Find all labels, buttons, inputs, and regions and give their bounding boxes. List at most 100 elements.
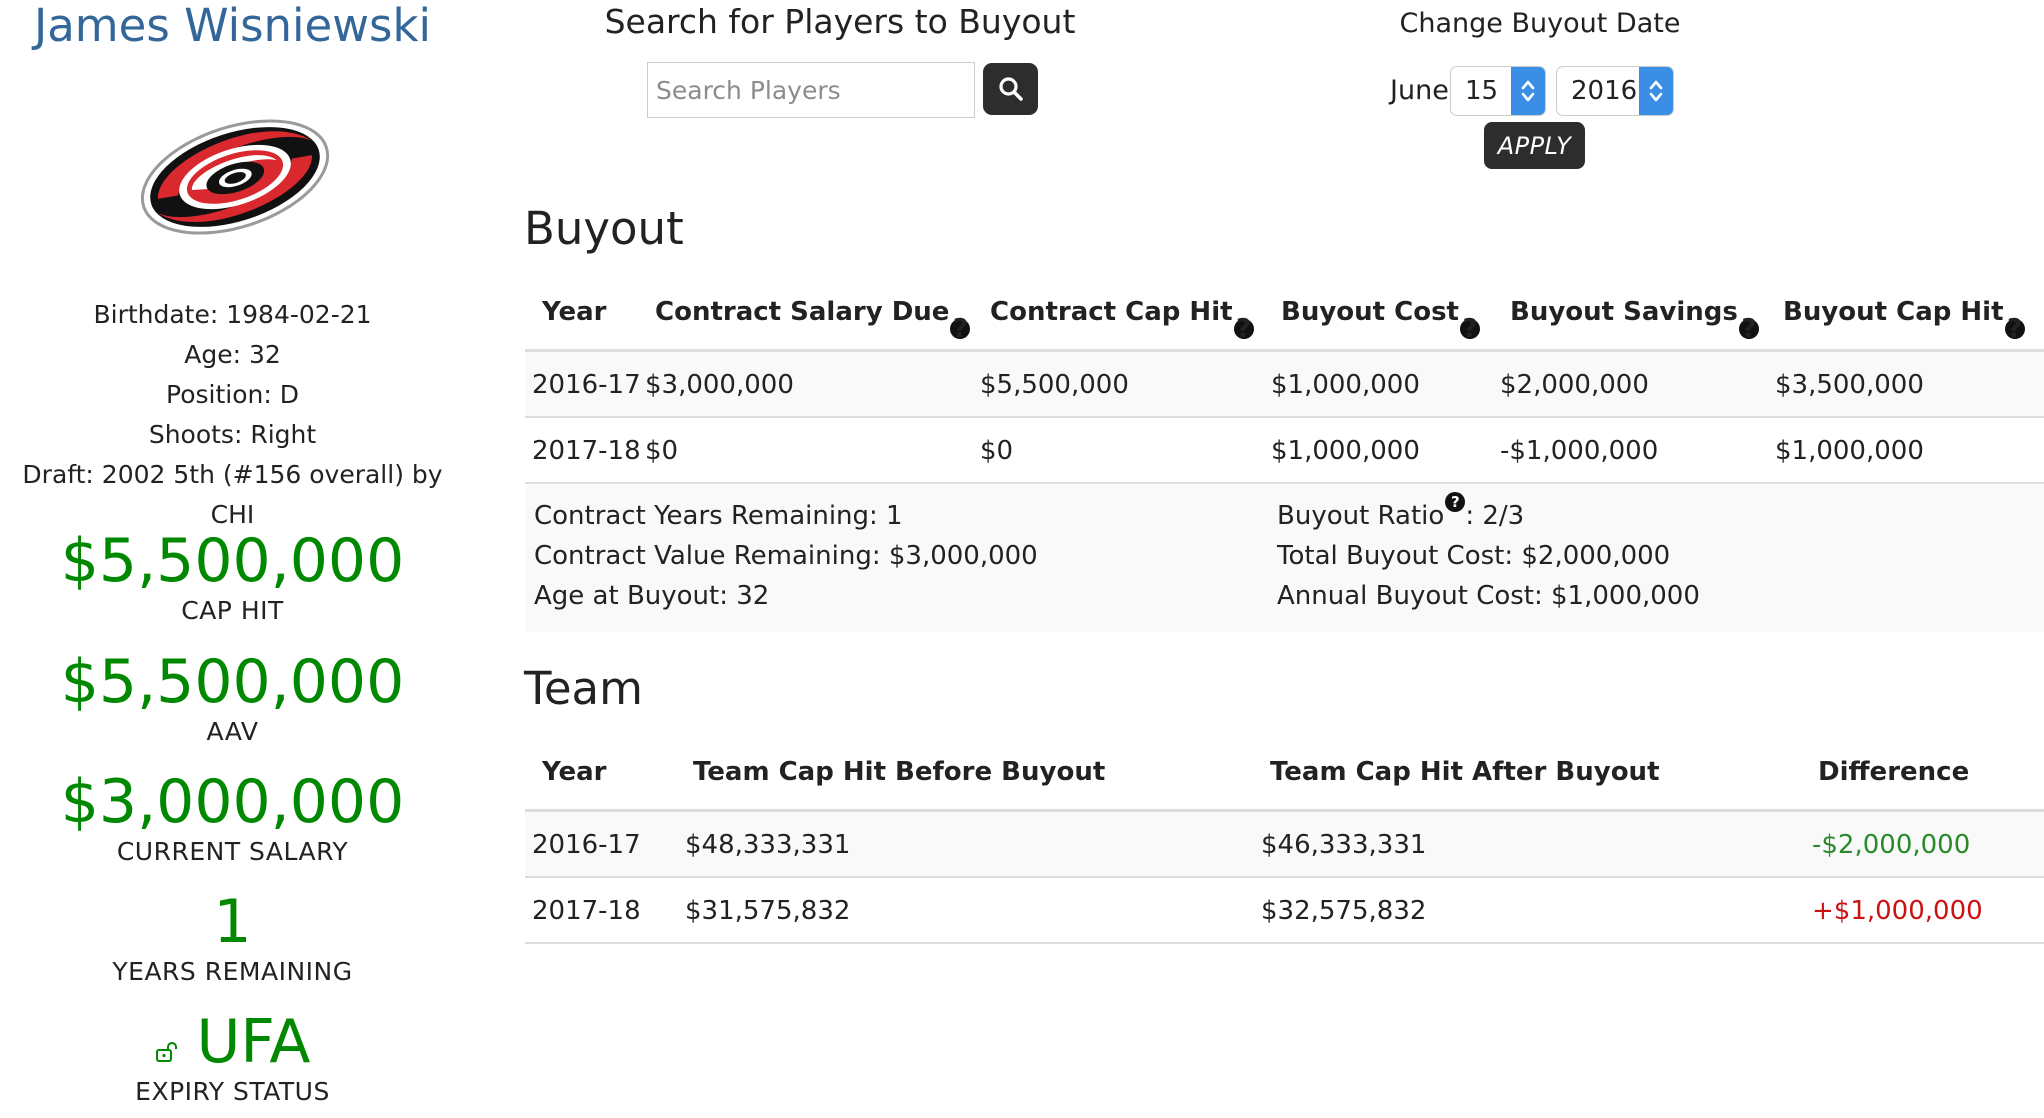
expiry-label: EXPIRY STATUS <box>135 1077 330 1106</box>
help-icon[interactable]: ? <box>1738 316 1759 342</box>
cell-year: 2017-18 <box>532 896 641 926</box>
buyout-ratio-label: Buyout Ratio <box>1277 501 1445 531</box>
buyout-summary: Contract Years Remaining: 1 Contract Val… <box>525 485 2044 632</box>
cell-cap-before: $48,333,331 <box>685 830 851 860</box>
cell-buyout-cap-hit: $3,500,000 <box>1775 370 1924 400</box>
position-text: Position: D <box>166 380 299 409</box>
header-label: Contract Cap Hit <box>990 297 1233 327</box>
cell-cap-before: $31,575,832 <box>685 896 851 926</box>
cell-buyout-cap-hit: $1,000,000 <box>1775 436 1924 466</box>
col-header-salary-due: Contract Salary Due? <box>655 297 971 342</box>
buyout-section-title: Buyout <box>524 202 684 255</box>
col-header-buyout-cost: Buyout Cost? <box>1281 297 1480 342</box>
col-header-buyout-savings: Buyout Savings? <box>1510 297 1759 342</box>
help-icon[interactable]: ? <box>950 316 971 342</box>
age-text: Age: 32 <box>184 340 281 369</box>
cell-year: 2016-17 <box>532 830 641 860</box>
annual-buyout-cost: Annual Buyout Cost: $1,000,000 <box>1277 581 1700 611</box>
col-header-year: Year <box>542 297 606 327</box>
summary-left-column: Contract Years Remaining: 1 Contract Val… <box>534 496 1038 616</box>
expiry-value: UFA <box>196 1007 311 1077</box>
unlock-icon <box>155 1041 177 1062</box>
day-select-value: 15 <box>1465 76 1499 106</box>
hurricanes-logo-icon <box>140 119 330 235</box>
cell-cap-after: $32,575,832 <box>1261 896 1427 926</box>
birthdate-text: Birthdate: 1984-02-21 <box>93 300 372 329</box>
search-button[interactable] <box>983 63 1038 115</box>
help-icon[interactable]: ? <box>1459 316 1480 342</box>
month-label: June <box>1390 75 1449 106</box>
col-header-buyout-cap-hit: Buyout Cap Hit? <box>1783 297 2025 342</box>
year-select[interactable]: 2016 <box>1556 66 1674 116</box>
aav-stat: $5,500,000 AAV <box>0 648 465 748</box>
cell-cap-hit: $5,500,000 <box>980 370 1129 400</box>
buyout-ratio-value: : 2/3 <box>1465 501 1525 531</box>
cell-difference: +$1,000,000 <box>1812 896 1983 926</box>
cell-cap-after: $46,333,331 <box>1261 830 1427 860</box>
contract-value-remaining: Contract Value Remaining: $3,000,000 <box>534 541 1038 571</box>
updown-arrows-icon <box>1511 67 1545 115</box>
col-header-difference: Difference <box>1818 757 1970 787</box>
buyout-table: Year Contract Salary Due? Contract Cap H… <box>525 275 2044 484</box>
cell-buyout-savings: -$1,000,000 <box>1500 436 1659 466</box>
updown-arrows-icon <box>1639 67 1673 115</box>
search-input[interactable] <box>647 62 975 118</box>
years-remaining-value: 1 <box>213 887 252 957</box>
year-select-value: 2016 <box>1571 76 1638 106</box>
day-select[interactable]: 15 <box>1450 66 1546 116</box>
help-icon[interactable]: ? <box>2004 316 2025 342</box>
cell-cap-hit: $0 <box>980 436 1014 466</box>
cell-salary-due: $0 <box>645 436 679 466</box>
current-salary-value: $3,000,000 <box>60 767 405 837</box>
table-header-row: Year Team Cap Hit Before Buyout Team Cap… <box>525 735 2044 812</box>
buyout-ratio: Buyout Ratio?: 2/3 <box>1277 492 1700 536</box>
cell-buyout-cost: $1,000,000 <box>1271 370 1420 400</box>
search-title: Search for Players to Buyout <box>604 2 1076 41</box>
cap-hit-label: CAP HIT <box>181 596 284 625</box>
contract-years-remaining: Contract Years Remaining: 1 <box>534 501 903 531</box>
header-label: Buyout Cost <box>1281 297 1459 327</box>
cell-year: 2016-17 <box>532 370 641 400</box>
years-remaining-stat: 1 YEARS REMAINING <box>0 888 465 988</box>
help-icon[interactable]: ? <box>1445 492 1466 512</box>
table-header-row: Year Contract Salary Due? Contract Cap H… <box>525 275 2044 352</box>
apply-button[interactable]: APPLY <box>1484 122 1585 169</box>
aav-label: AAV <box>206 717 259 746</box>
header-label: Year <box>542 297 607 327</box>
table-row: 2016-17 $48,333,331 $46,333,331 -$2,000,… <box>525 812 2044 878</box>
player-name: James Wisniewski <box>33 0 432 52</box>
header-label: Buyout Savings <box>1510 297 1738 327</box>
draft-text: Draft: 2002 5th (#156 overall) by CHI <box>22 460 443 529</box>
years-remaining-label: YEARS REMAINING <box>112 957 353 986</box>
player-sidebar: James Wisniewski Birthdate: 1984-02-21 A… <box>0 0 470 1118</box>
header-label: Contract Salary Due <box>655 297 950 327</box>
buyout-date-title: Change Buyout Date <box>1399 8 1681 39</box>
help-icon[interactable]: ? <box>1233 316 1254 342</box>
aav-value: $5,500,000 <box>60 647 405 717</box>
cell-buyout-savings: $2,000,000 <box>1500 370 1649 400</box>
cell-year: 2017-18 <box>532 436 641 466</box>
team-table: Year Team Cap Hit Before Buyout Team Cap… <box>525 735 2044 944</box>
expiry-status-stat: UFA EXPIRY STATUS <box>0 1008 465 1108</box>
cell-salary-due: $3,000,000 <box>645 370 794 400</box>
col-header-cap-before: Team Cap Hit Before Buyout <box>693 757 1106 787</box>
cap-hit-stat: $5,500,000 CAP HIT <box>0 527 465 627</box>
shoots-text: Shoots: Right <box>148 420 317 449</box>
team-section-title: Team <box>524 662 643 715</box>
summary-right-column: Buyout Ratio?: 2/3 Total Buyout Cost: $2… <box>1277 492 1700 616</box>
col-header-cap-hit: Contract Cap Hit? <box>990 297 1254 342</box>
col-header-cap-after: Team Cap Hit After Buyout <box>1270 757 1660 787</box>
search-icon <box>998 77 1023 101</box>
cap-hit-value: $5,500,000 <box>60 526 405 596</box>
table-row: 2017-18 $31,575,832 $32,575,832 +$1,000,… <box>525 878 2044 944</box>
cell-difference: -$2,000,000 <box>1812 830 1971 860</box>
total-buyout-cost: Total Buyout Cost: $2,000,000 <box>1277 541 1671 571</box>
table-row: 2016-17 $3,000,000 $5,500,000 $1,000,000… <box>525 352 2044 418</box>
col-header-year: Year <box>542 757 607 787</box>
player-bio: Birthdate: 1984-02-21 Age: 32 Position: … <box>0 295 465 535</box>
cell-buyout-cost: $1,000,000 <box>1271 436 1420 466</box>
header-label: Buyout Cap Hit <box>1783 297 2004 327</box>
table-row: 2017-18 $0 $0 $1,000,000 -$1,000,000 $1,… <box>525 418 2044 484</box>
current-salary-stat: $3,000,000 CURRENT SALARY <box>0 768 465 868</box>
current-salary-label: CURRENT SALARY <box>116 837 349 866</box>
